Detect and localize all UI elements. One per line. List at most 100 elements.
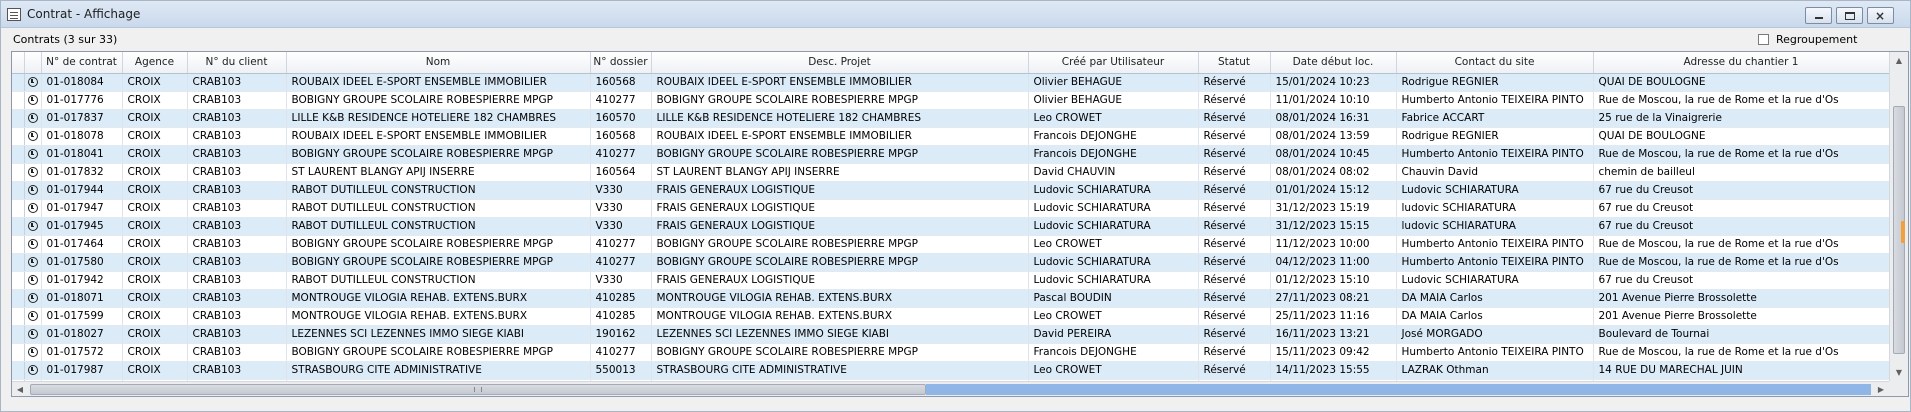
minimize-button[interactable] [1805, 7, 1832, 24]
cell-created-by[interactable]: Francois DEJONGHE [1028, 145, 1199, 164]
cell-status[interactable]: Réservé [1198, 145, 1271, 164]
cell-created-by[interactable]: David CHAUVIN [1028, 163, 1199, 182]
cell-client-number[interactable]: CRAB103 [187, 217, 287, 236]
column-header-created-by-col[interactable]: Créé par Utilisateur [1028, 52, 1199, 74]
table-row[interactable]: 01-017832 CROIX CRAB103 ST LAURENT BLANGY A… [12, 163, 1890, 182]
cell-site-contact[interactable]: Humberto Antonio TEIXEIRA PINTO [1396, 145, 1594, 164]
column-header-agency-col[interactable]: Agence [122, 52, 188, 74]
cell-name[interactable]: BOBIGNY GROUPE SCOLAIRE ROBESPIERRE MPGP [286, 91, 591, 110]
cell-site-contact[interactable]: Ludovic SCHIARATURA [1396, 181, 1594, 200]
cell-file-number[interactable]: V330 [590, 271, 652, 290]
cell-status[interactable]: Réservé [1198, 361, 1271, 380]
cell-agency[interactable]: CROIX [122, 289, 188, 308]
cell-file-number[interactable]: 410277 [590, 145, 652, 164]
cell-status[interactable]: Réservé [1198, 325, 1271, 344]
row-selector[interactable] [12, 163, 25, 182]
row-selector[interactable] [12, 145, 25, 164]
cell-name[interactable]: RABOT DUTILLEUL CONSTRUCTION [286, 181, 591, 200]
row-selector[interactable] [12, 199, 25, 218]
column-header-site-contact-col[interactable]: Contact du site [1396, 52, 1594, 74]
table-row[interactable]: 01-017580 CROIX CRAB103 BOBIGNY GROUPE SCOL… [12, 253, 1890, 272]
title-bar[interactable]: Contrat - Affichage × [1, 1, 1910, 28]
cell-project-desc[interactable]: FRAIS GENERAUX LOGISTIQUE [651, 217, 1029, 236]
cell-created-by[interactable]: Olivier BEHAGUE [1028, 91, 1199, 110]
cell-start-date[interactable]: 08/01/2024 13:59 [1270, 127, 1397, 146]
cell-contract-number[interactable]: 01-017942 [41, 271, 123, 290]
cell-client-number[interactable]: CRAB103 [187, 235, 287, 254]
cell-project-desc[interactable]: BOBIGNY GROUPE SCOLAIRE ROBESPIERRE MPGP [651, 145, 1029, 164]
table-row[interactable]: 01-018078 CROIX CRAB103 ROUBAIX IDEEL E-SPO… [12, 127, 1890, 146]
cell-project-desc[interactable]: MONTROUGE VILOGIA REHAB. EXTENS.BURX [651, 289, 1029, 308]
cell-agency[interactable]: CROIX [122, 73, 188, 92]
cell-contract-number[interactable]: 01-017987 [41, 361, 123, 380]
cell-agency[interactable]: CROIX [122, 361, 188, 380]
cell-site-contact[interactable]: Chauvin David [1396, 163, 1594, 182]
cell-site-contact[interactable]: DA MAIA Carlos [1396, 289, 1594, 308]
cell-project-desc[interactable]: BOBIGNY GROUPE SCOLAIRE ROBESPIERRE MPGP [651, 343, 1029, 362]
cell-site-address[interactable]: 67 rue du Creusot [1593, 199, 1890, 218]
cell-contract-number[interactable]: 01-018084 [41, 73, 123, 92]
cell-site-contact[interactable]: Rodrigue REGNIER [1396, 73, 1594, 92]
cell-name[interactable]: MONTROUGE VILOGIA REHAB. EXTENS.BURX [286, 307, 591, 326]
row-selector[interactable] [12, 181, 25, 200]
cell-status[interactable]: Réservé [1198, 127, 1271, 146]
cell-client-number[interactable]: CRAB103 [187, 343, 287, 362]
column-header-indicator-col[interactable] [12, 52, 25, 74]
table-row[interactable]: 01-018041 CROIX CRAB103 BOBIGNY GROUPE SCOL… [12, 145, 1890, 164]
row-selector[interactable] [12, 325, 25, 344]
row-selector[interactable] [12, 127, 25, 146]
cell-contract-number[interactable]: 01-017464 [41, 235, 123, 254]
cell-status[interactable]: Réservé [1198, 91, 1271, 110]
cell-file-number[interactable]: 410285 [590, 289, 652, 308]
table-row[interactable]: 01-018027 CROIX CRAB103 LEZENNES SCI LEZENN… [12, 325, 1890, 344]
horizontal-scrollbar[interactable]: ◀ ▶ [12, 381, 1889, 396]
cell-status[interactable]: Réservé [1198, 253, 1271, 272]
vertical-scrollbar[interactable]: ▲ ▼ [1889, 52, 1908, 381]
cell-name[interactable]: BOBIGNY GROUPE SCOLAIRE ROBESPIERRE MPGP [286, 145, 591, 164]
cell-agency[interactable]: CROIX [122, 181, 188, 200]
cell-start-date[interactable]: 11/12/2023 10:00 [1270, 235, 1397, 254]
cell-site-contact[interactable]: José MORGADO [1396, 325, 1594, 344]
cell-name[interactable]: ROUBAIX IDEEL E-SPORT ENSEMBLE IMMOBILIE… [286, 73, 591, 92]
cell-created-by[interactable]: Leo CROWET [1028, 361, 1199, 380]
cell-site-contact[interactable]: Ludovic SCHIARATURA [1396, 271, 1594, 290]
cell-client-number[interactable]: CRAB103 [187, 271, 287, 290]
table-row[interactable]: 01-018084 CROIX CRAB103 ROUBAIX IDEEL E-SPO… [12, 73, 1890, 92]
cell-agency[interactable]: CROIX [122, 343, 188, 362]
cell-site-contact[interactable]: Humberto Antonio TEIXEIRA PINTO [1396, 235, 1594, 254]
cell-file-number[interactable]: 160564 [590, 163, 652, 182]
cell-contract-number[interactable]: 01-017776 [41, 91, 123, 110]
cell-agency[interactable]: CROIX [122, 325, 188, 344]
horizontal-scroll-thumb[interactable] [30, 384, 926, 395]
column-header-icon-col[interactable] [24, 52, 42, 74]
maximize-button[interactable] [1836, 7, 1863, 24]
cell-project-desc[interactable]: MONTROUGE VILOGIA REHAB. EXTENS.BURX [651, 307, 1029, 326]
cell-agency[interactable]: CROIX [122, 127, 188, 146]
column-header-file-number-col[interactable]: N° dossier [590, 52, 652, 74]
cell-project-desc[interactable]: FRAIS GENERAUX LOGISTIQUE [651, 199, 1029, 218]
cell-name[interactable]: RABOT DUTILLEUL CONSTRUCTION [286, 199, 591, 218]
cell-site-address[interactable]: 67 rue du Creusot [1593, 271, 1890, 290]
table-row[interactable]: 01-017945 CROIX CRAB103 RABOT DUTILLEUL CON… [12, 217, 1890, 236]
cell-project-desc[interactable]: ST LAURENT BLANGY APIJ INSERRE [651, 163, 1029, 182]
cell-project-desc[interactable]: STRASBOURG CITE ADMINISTRATIVE [651, 361, 1029, 380]
cell-status[interactable]: Réservé [1198, 181, 1271, 200]
cell-file-number[interactable]: 160570 [590, 109, 652, 128]
resize-grip[interactable] [1901, 221, 1905, 243]
cell-start-date[interactable]: 08/01/2024 08:02 [1270, 163, 1397, 182]
row-selector[interactable] [12, 361, 25, 380]
column-header-status-col[interactable]: Statut [1198, 52, 1271, 74]
cell-client-number[interactable]: CRAB103 [187, 127, 287, 146]
regroup-checkbox[interactable] [1758, 34, 1769, 45]
cell-file-number[interactable]: 410277 [590, 253, 652, 272]
cell-site-address[interactable]: Rue de Moscou, la rue de Rome et la rue … [1593, 235, 1890, 254]
column-header-project-desc-col[interactable]: Desc. Projet [651, 52, 1029, 74]
cell-status[interactable]: Réservé [1198, 217, 1271, 236]
cell-site-contact[interactable]: ludovic SCHIARATURA [1396, 217, 1594, 236]
cell-site-address[interactable]: QUAI DE BOULOGNE [1593, 73, 1890, 92]
cell-status[interactable]: Réservé [1198, 73, 1271, 92]
cell-start-date[interactable]: 31/12/2023 15:19 [1270, 199, 1397, 218]
cell-file-number[interactable]: V330 [590, 181, 652, 200]
cell-name[interactable]: BOBIGNY GROUPE SCOLAIRE ROBESPIERRE MPGP [286, 343, 591, 362]
column-header-contract-number-col[interactable]: N° de contrat [41, 52, 123, 74]
